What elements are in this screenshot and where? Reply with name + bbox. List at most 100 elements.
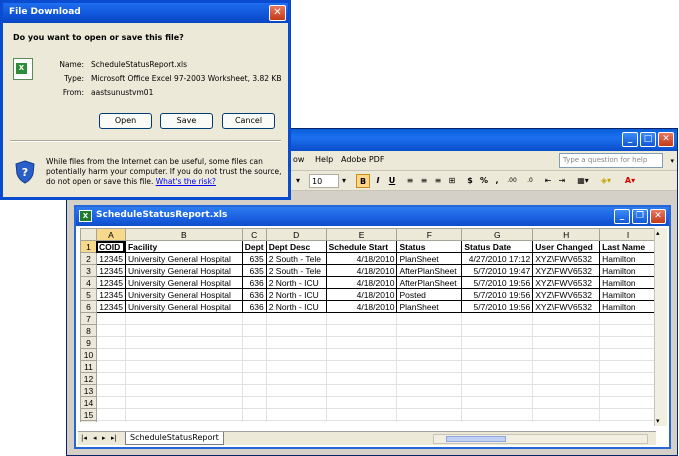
- row-header[interactable]: 14: [80, 396, 97, 409]
- borders-icon[interactable]: ▦▾: [574, 174, 592, 188]
- cell[interactable]: University General Hospital: [124, 288, 243, 301]
- row-header[interactable]: 15: [80, 408, 97, 421]
- increase-decimal-button[interactable]: .00: [504, 174, 520, 188]
- row-header[interactable]: 6: [80, 300, 97, 313]
- header-cell[interactable]: COID: [95, 240, 126, 253]
- cell[interactable]: 636: [241, 288, 267, 301]
- row-header[interactable]: 8: [80, 324, 97, 337]
- bold-button[interactable]: B: [356, 174, 370, 188]
- cell[interactable]: 2 South - Tele: [265, 264, 327, 277]
- open-button[interactable]: Open: [99, 113, 152, 129]
- column-header[interactable]: B: [124, 228, 243, 241]
- row-header[interactable]: 7: [80, 312, 97, 325]
- workbook-close-button[interactable]: ✕: [650, 209, 666, 224]
- cell[interactable]: PlanSheet: [396, 300, 463, 313]
- menu-window[interactable]: ow: [293, 155, 304, 164]
- cell[interactable]: Posted: [396, 288, 463, 301]
- font-color-icon[interactable]: A▾: [620, 174, 640, 188]
- column-header[interactable]: A: [95, 228, 126, 241]
- column-header[interactable]: D: [265, 228, 327, 241]
- vertical-scrollbar[interactable]: ▴ ▾: [654, 228, 667, 426]
- cell[interactable]: 636: [241, 276, 267, 289]
- header-cell[interactable]: Dept Desc: [265, 240, 327, 253]
- header-cell[interactable]: Facility: [124, 240, 243, 253]
- cell[interactable]: 12345: [95, 288, 126, 301]
- align-center-icon[interactable]: ≡: [418, 174, 430, 188]
- merge-center-icon[interactable]: ⊞: [446, 174, 458, 188]
- column-header[interactable]: G: [461, 228, 534, 241]
- cell[interactable]: University General Hospital: [124, 276, 243, 289]
- scroll-thumb[interactable]: [446, 436, 506, 442]
- cell[interactable]: 635: [241, 264, 267, 277]
- row-header[interactable]: 12: [80, 372, 97, 385]
- fill-color-icon[interactable]: ◈▾: [596, 174, 616, 188]
- italic-button[interactable]: I: [372, 174, 384, 188]
- cell[interactable]: XYZ\FWV6532: [532, 300, 601, 313]
- cell[interactable]: 4/18/2010: [325, 300, 398, 313]
- cell[interactable]: Hamilton: [599, 300, 657, 313]
- row-header[interactable]: 2: [80, 252, 97, 265]
- close-button[interactable]: ✕: [658, 132, 674, 147]
- maximize-button[interactable]: □: [640, 132, 656, 147]
- font-size-arrow[interactable]: ▾: [340, 174, 348, 188]
- column-header[interactable]: C: [241, 228, 267, 241]
- whats-the-risk-link[interactable]: What's the risk?: [156, 177, 216, 186]
- row-header[interactable]: 9: [80, 336, 97, 349]
- scroll-up-icon[interactable]: ▴: [656, 229, 660, 237]
- cell[interactable]: XYZ\FWV6532: [532, 276, 601, 289]
- cell[interactable]: 636: [241, 300, 267, 313]
- cell[interactable]: 5/7/2010 19:56: [461, 300, 534, 313]
- header-cell[interactable]: Status Date: [461, 240, 534, 253]
- cell[interactable]: University General Hospital: [124, 252, 243, 265]
- cell[interactable]: 12345: [95, 276, 126, 289]
- header-cell[interactable]: Status: [396, 240, 463, 253]
- column-header[interactable]: I: [599, 228, 657, 241]
- menu-help[interactable]: Help: [315, 155, 333, 164]
- column-header[interactable]: H: [532, 228, 601, 241]
- cell[interactable]: 4/18/2010: [325, 276, 398, 289]
- cell[interactable]: 2 South - Tele: [265, 252, 327, 265]
- minimize-button[interactable]: _: [622, 132, 638, 147]
- cell[interactable]: University General Hospital: [124, 300, 243, 313]
- menu-adobe-pdf[interactable]: Adobe PDF: [341, 155, 384, 164]
- column-header[interactable]: F: [396, 228, 463, 241]
- cell[interactable]: 5/7/2010 19:56: [461, 288, 534, 301]
- row-header[interactable]: 13: [80, 384, 97, 397]
- row-header[interactable]: 11: [80, 360, 97, 373]
- font-size-select[interactable]: 10: [309, 174, 339, 188]
- header-cell[interactable]: Schedule Start: [325, 240, 398, 253]
- cell[interactable]: 12345: [95, 264, 126, 277]
- cell[interactable]: Hamilton: [599, 252, 657, 265]
- cell[interactable]: University General Hospital: [124, 264, 243, 277]
- align-right-icon[interactable]: ≡: [432, 174, 444, 188]
- cell[interactable]: 2 North - ICU: [265, 300, 327, 313]
- cell[interactable]: Hamilton: [599, 288, 657, 301]
- header-cell[interactable]: Dept: [241, 240, 267, 253]
- next-sheet-icon[interactable]: ▸: [102, 434, 106, 442]
- dialog-close-button[interactable]: ✕: [269, 5, 286, 21]
- sheet-tab[interactable]: ScheduleStatusReport: [125, 432, 224, 445]
- cell[interactable]: XYZ\FWV6532: [532, 264, 601, 277]
- cell[interactable]: 4/18/2010: [325, 288, 398, 301]
- save-button[interactable]: Save: [160, 113, 213, 129]
- select-all-corner[interactable]: [80, 228, 97, 241]
- spreadsheet-grid[interactable]: A B C D E F G H I 1 COID Facility Dept D…: [80, 228, 657, 422]
- workbook-restore-button[interactable]: ❐: [632, 209, 648, 224]
- row-header[interactable]: 10: [80, 348, 97, 361]
- chevron-down-icon[interactable]: ▾: [670, 157, 674, 165]
- first-sheet-icon[interactable]: |◂: [81, 434, 87, 442]
- column-header[interactable]: E: [325, 228, 398, 241]
- increase-indent-icon[interactable]: ⇥: [556, 174, 568, 188]
- horizontal-scrollbar[interactable]: [433, 434, 648, 444]
- cell[interactable]: 4/18/2010: [325, 264, 398, 277]
- cell[interactable]: 5/7/2010 19:56: [461, 276, 534, 289]
- cell[interactable]: 635: [241, 252, 267, 265]
- cell[interactable]: Hamilton: [599, 276, 657, 289]
- cell[interactable]: XYZ\FWV6532: [532, 288, 601, 301]
- cell[interactable]: AfterPlanSheet: [396, 264, 463, 277]
- dialog-titlebar[interactable]: File Download ✕: [3, 3, 288, 23]
- currency-button[interactable]: $: [464, 174, 476, 188]
- help-question-input[interactable]: Type a question for help: [559, 153, 663, 168]
- row-header[interactable]: 16: [80, 420, 97, 422]
- percent-button[interactable]: %: [478, 174, 490, 188]
